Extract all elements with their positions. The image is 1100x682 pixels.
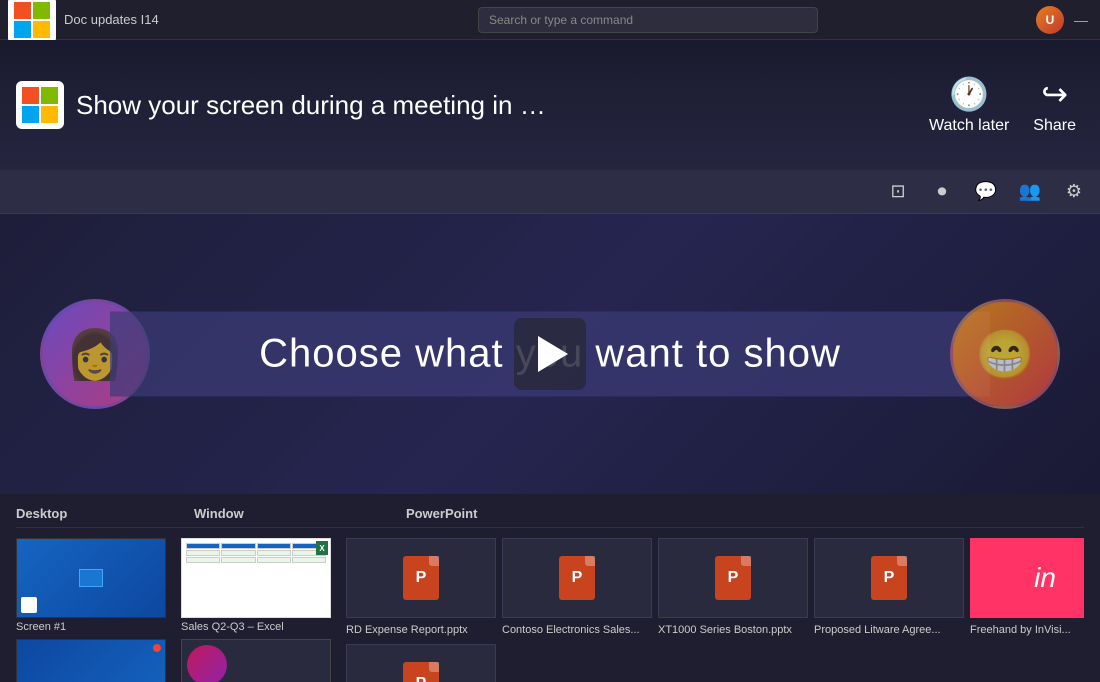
categories-row: Desktop Window PowerPoint — [16, 506, 1084, 528]
ppt-novdec-thumb: P — [346, 644, 496, 682]
desktop-screen1-card[interactable]: ↗ Screen #1 — [16, 538, 171, 633]
ppt-xt1000-card[interactable]: P XT1000 Series Boston.pptx — [658, 538, 808, 636]
ppt-contoso-thumb: P — [502, 538, 652, 618]
screen2-thumbnail: ↗ — [16, 639, 166, 682]
watch-later-button[interactable]: 🕐 Watch later — [929, 75, 1009, 135]
play-button[interactable] — [514, 318, 586, 390]
ppt-rd-icon: P — [403, 556, 439, 600]
participants-icon[interactable]: 👥 — [1016, 178, 1044, 206]
category-desktop[interactable]: Desktop — [16, 506, 71, 525]
search-box[interactable]: Search or type a command — [478, 7, 818, 33]
excel-label: Sales Q2-Q3 – Excel — [181, 621, 331, 633]
ppt-rd-expense-card[interactable]: P RD Expense Report.pptx — [346, 538, 496, 636]
ppt-xt1000-label: XT1000 Series Boston.pptx — [658, 624, 808, 636]
powerpoint-column: P RD Expense Report.pptx P Contoso Elect… — [346, 538, 1084, 682]
screen-share-icon[interactable]: ⊡ — [884, 178, 912, 206]
screen1-thumbnail: ↗ — [16, 538, 166, 618]
invision-label: Freehand by InVisi... — [970, 624, 1084, 636]
excel-icon: X — [316, 541, 328, 555]
person-right: 😁 — [950, 299, 1060, 409]
red-dot-icon — [153, 644, 161, 652]
play-triangle-icon — [538, 336, 568, 372]
ppt-litware-icon: P — [871, 556, 907, 600]
video-title: Show your screen during a meeting in … — [76, 90, 917, 121]
meeting-thumbnail: T P — [181, 639, 331, 682]
category-window[interactable]: Window — [194, 506, 248, 525]
clock-icon: 🕐 — [949, 75, 989, 113]
desktop-screen2-card[interactable]: ↗ Screen #2 — [16, 639, 171, 682]
ppt-contoso-label: Contoso Electronics Sales... — [502, 624, 652, 636]
video-thumbnail: 👩 Choose what you want to show 😁 — [0, 214, 1100, 494]
ppt-novdec-card[interactable]: P November-December Ad... — [346, 644, 496, 682]
ppt-contoso-card[interactable]: P Contoso Electronics Sales... — [502, 538, 652, 636]
ppt-litware-thumb: P — [814, 538, 964, 618]
ppt-xt1000-icon: P — [715, 556, 751, 600]
more-icon[interactable]: ⚙ — [1060, 178, 1088, 206]
excel-card[interactable]: X Sales Q2-Q3 – Excel — [181, 538, 336, 633]
chat-icon[interactable]: 💬 — [972, 178, 1000, 206]
top-bar-title: Doc updates I14 — [64, 12, 159, 27]
share-label: Share — [1033, 117, 1076, 135]
face-right-icon: 😁 — [975, 326, 1035, 383]
category-powerpoint[interactable]: PowerPoint — [406, 506, 482, 525]
excel-thumbnail: X — [181, 538, 331, 618]
video-header: Show your screen during a meeting in … 🕐… — [0, 75, 1100, 135]
share-icon: ↪ — [1041, 75, 1068, 113]
ppt-litware-card[interactable]: P Proposed Litware Agree... — [814, 538, 964, 636]
video-actions: 🕐 Watch later ↪ Share — [929, 75, 1076, 135]
ppt-invision-card[interactable]: in Freehand by InVisi... — [970, 538, 1084, 636]
search-area[interactable]: Search or type a command — [260, 7, 1036, 33]
top-bar-left: Doc updates I14 — [0, 0, 260, 44]
content-area: Desktop Window PowerPoint — [0, 494, 1100, 682]
meeting-face-icon — [187, 645, 227, 682]
ppt-novdec-icon: P — [403, 662, 439, 682]
ppt-contoso-icon: P — [559, 556, 595, 600]
csat-meeting-card[interactable]: T P CSAT Doc updates (Meeti... — [181, 639, 336, 682]
top-bar-right: U — — [1036, 6, 1100, 34]
ppt-row2: P November-December Ad... — [346, 644, 1084, 682]
teams-toolbar: ⊡ ⏺ 💬 👥 ⚙ — [0, 170, 1100, 214]
ppt-rd-label: RD Expense Report.pptx — [346, 624, 496, 636]
video-area: Show your screen during a meeting in … 🕐… — [0, 40, 1100, 170]
desktop-column: ↗ Screen #1 ↗ Screen #2 — [16, 538, 171, 682]
invision-thumbnail: in — [970, 538, 1084, 618]
screen1-icon: ↗ — [21, 597, 37, 613]
ppt-xt1000-thumb: P — [658, 538, 808, 618]
window-column: X Sales Q2-Q3 – Excel T P CSAT Doc updat… — [181, 538, 336, 682]
top-bar: Doc updates I14 Search or type a command… — [0, 0, 1100, 40]
record-icon[interactable]: ⏺ — [928, 178, 956, 206]
ms-logo-large — [16, 81, 64, 129]
windows-logo — [8, 0, 56, 44]
minimize-button[interactable]: — — [1070, 12, 1092, 28]
ppt-rd-expense-thumb: P — [346, 538, 496, 618]
ppt-litware-label: Proposed Litware Agree... — [814, 624, 964, 636]
screen1-label: Screen #1 — [16, 621, 166, 633]
share-button[interactable]: ↪ Share — [1033, 75, 1076, 135]
user-avatar[interactable]: U — [1036, 6, 1064, 34]
ppt-grid: P RD Expense Report.pptx P Contoso Elect… — [346, 538, 1084, 636]
search-placeholder: Search or type a command — [489, 13, 633, 27]
main-grid: ↗ Screen #1 ↗ Screen #2 — [16, 538, 1084, 682]
watch-later-label: Watch later — [929, 117, 1009, 135]
thumbnail-bg: 👩 Choose what you want to show 😁 — [0, 214, 1100, 494]
